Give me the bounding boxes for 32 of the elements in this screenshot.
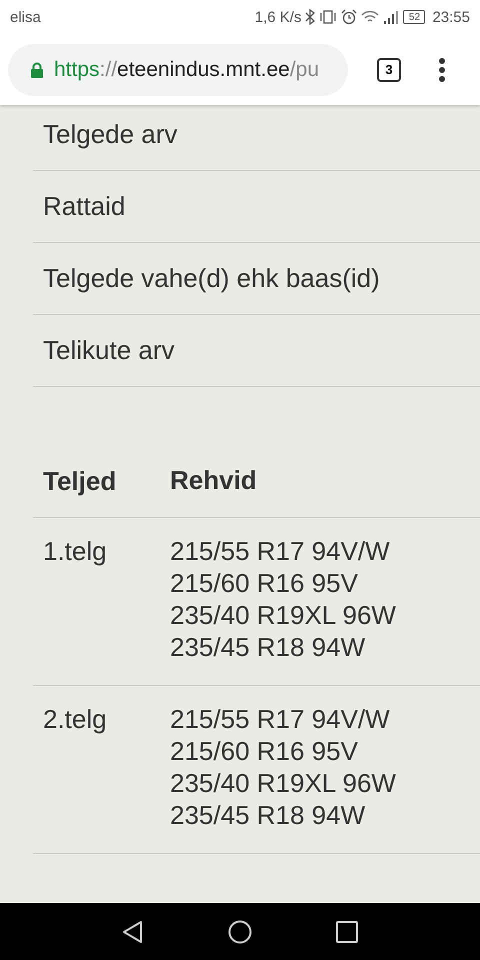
field-label: Telgede vahe(d) ehk baas(id) [43,263,380,294]
url-text: https://eteenindus.mnt.ee/pu [54,58,320,82]
back-icon[interactable] [122,920,144,944]
vibrate-icon [319,9,338,25]
table-cell-text: 215/60 R16 95V [170,567,359,599]
table-cell-text: 235/45 R18 94W [170,631,366,663]
network-speed: 1,6 K/s [254,8,302,26]
menu-icon[interactable] [438,56,446,82]
field-label: Telgede arv [43,119,178,150]
address-bar[interactable]: https://eteenindus.mnt.ee/pu [8,44,348,96]
column-header: Teljed [43,465,118,497]
alarm-icon [341,9,358,25]
clock-time: 23:55 [432,8,470,26]
field-label: Telikute arv [43,335,174,366]
table-cell-text: 1.telg [43,535,108,568]
lock-icon [30,62,44,78]
signal-icon [383,9,400,25]
column-header: Rehvid [170,465,257,497]
carrier-name: elisa [10,8,41,26]
field-label: Rattaid [43,191,126,222]
table-cell-text: 215/55 R17 94V/W [170,535,391,567]
home-icon[interactable] [228,920,252,944]
table-cell-text: 2.telg [43,703,108,736]
table-cell: 235/40 R19XL 96W [170,767,396,799]
table-cell: 235/40 R19XL 96W [170,599,396,631]
recents-icon[interactable] [336,920,358,942]
tab-count-button[interactable]: 3 [377,58,401,82]
table-cell-text: 215/60 R16 95V [170,735,359,767]
battery-icon: 52 [403,10,426,24]
table-cell-text: 235/45 R18 94W [170,799,366,831]
bluetooth-icon [305,9,316,25]
table-cell-text: 215/55 R17 94V/W [170,703,391,735]
